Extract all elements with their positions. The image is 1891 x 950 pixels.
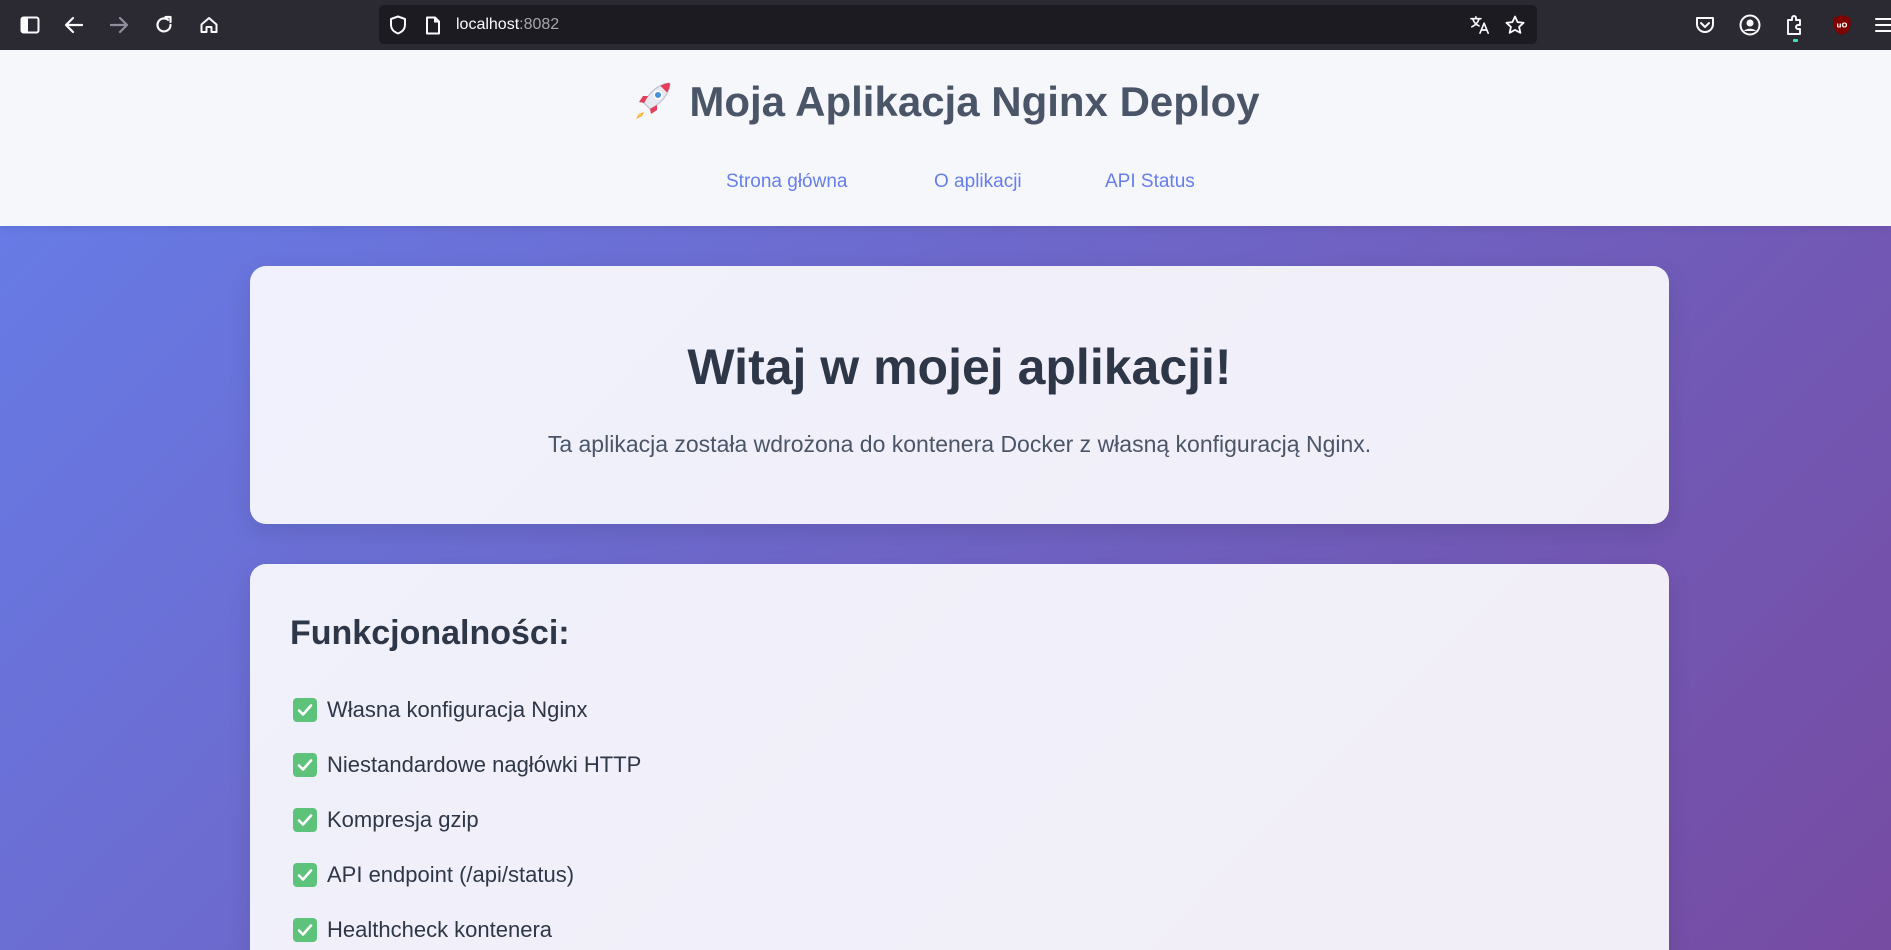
features-title: Funkcjonalności:	[290, 614, 570, 652]
feature-label: Niestandardowe nagłówki HTTP	[327, 752, 642, 777]
feature-label: Healthcheck kontenera	[327, 917, 553, 942]
extensions-icon[interactable]	[1779, 9, 1811, 41]
pocket-icon[interactable]	[1689, 9, 1721, 41]
browser-toolbar: localhost:8082 uO	[0, 0, 1891, 50]
ublock-icon[interactable]: uO	[1826, 9, 1858, 41]
feature-label: Własna konfiguracja Nginx	[327, 697, 588, 722]
translate-icon[interactable]	[1470, 15, 1490, 35]
url-port: :8082	[519, 16, 560, 33]
site-header: Moja Aplikacja Nginx Deploy Strona główn…	[0, 50, 1891, 226]
url-bar[interactable]: localhost:8082	[379, 5, 1537, 44]
feature-item: Własna konfiguracja Nginx	[293, 695, 587, 725]
features-card: Funkcjonalności: Własna konfiguracja Ngi…	[250, 564, 1669, 950]
url-text[interactable]: localhost:8082	[456, 16, 559, 34]
site-title: Moja Aplikacja Nginx Deploy	[0, 78, 1891, 132]
star-icon[interactable]	[1505, 15, 1525, 35]
home-icon[interactable]	[193, 9, 225, 41]
feature-item: Healthcheck kontenera	[293, 915, 552, 945]
feature-item: API endpoint (/api/status)	[293, 860, 574, 890]
check-icon	[293, 808, 317, 832]
welcome-title: Witaj w mojej aplikacji!	[687, 339, 1232, 395]
check-icon	[293, 918, 317, 942]
feature-item: Kompresja gzip	[293, 805, 479, 835]
nav-link-about[interactable]: O aplikacji	[934, 171, 1022, 193]
feature-label: API endpoint (/api/status)	[327, 862, 575, 887]
rocket-icon	[631, 78, 675, 132]
back-icon[interactable]	[58, 9, 90, 41]
page-viewport: Moja Aplikacja Nginx Deploy Strona główn…	[0, 50, 1891, 950]
feature-item: Niestandardowe nagłówki HTTP	[293, 750, 641, 780]
svg-text:uO: uO	[1837, 22, 1848, 30]
menu-icon[interactable]	[1868, 9, 1891, 41]
nav-link-home[interactable]: Strona główna	[726, 171, 847, 193]
check-icon	[293, 863, 317, 887]
shield-icon[interactable]	[388, 15, 408, 35]
welcome-card: Witaj w mojej aplikacji! Ta aplikacja zo…	[250, 266, 1669, 524]
reload-icon[interactable]	[148, 9, 180, 41]
check-icon	[293, 698, 317, 722]
feature-label: Kompresja gzip	[327, 807, 479, 832]
sidebar-icon[interactable]	[14, 9, 46, 41]
nav-link-api-status[interactable]: API Status	[1105, 171, 1195, 193]
extension-indicator	[1793, 39, 1798, 42]
check-icon	[293, 753, 317, 777]
site-title-text: Moja Aplikacja Nginx Deploy	[689, 78, 1260, 125]
forward-icon[interactable]	[103, 9, 135, 41]
account-icon[interactable]	[1734, 9, 1766, 41]
page-icon[interactable]	[423, 15, 443, 35]
url-host: localhost	[456, 16, 520, 33]
welcome-subtitle: Ta aplikacja została wdrożona do kontene…	[547, 431, 1372, 457]
